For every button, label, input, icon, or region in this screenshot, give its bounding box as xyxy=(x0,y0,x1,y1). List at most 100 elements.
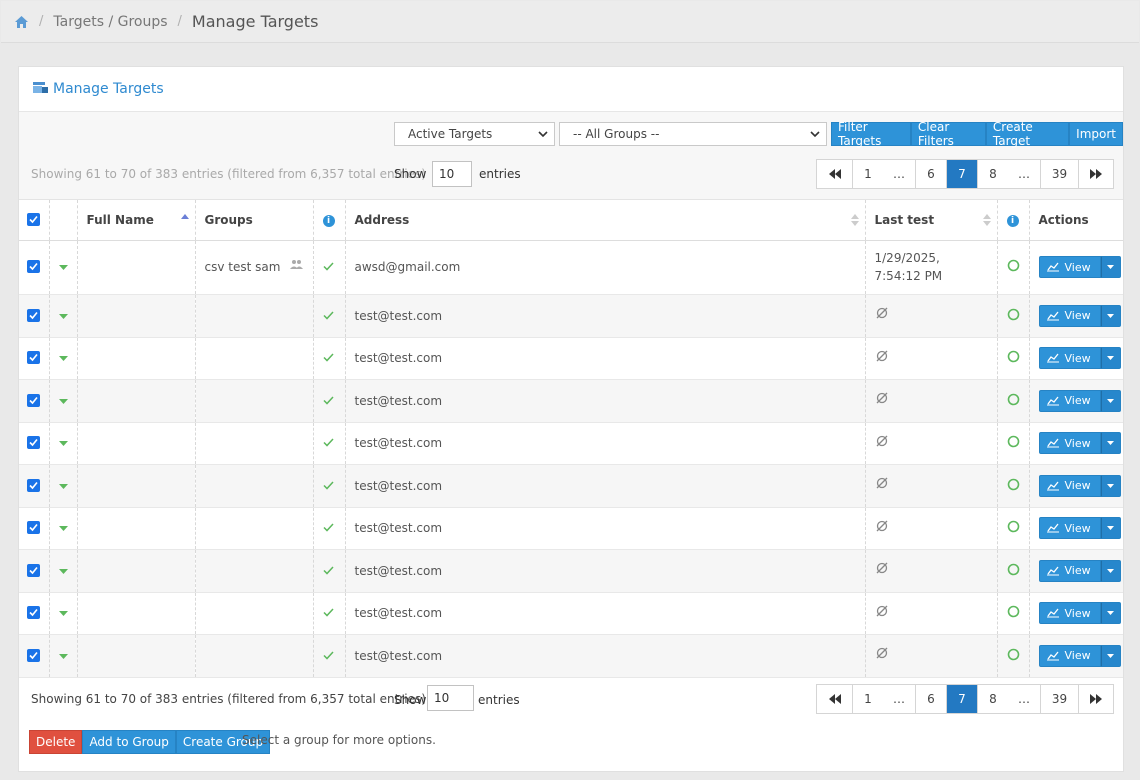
table-row[interactable]: test@test.com View xyxy=(19,592,1123,635)
table-row[interactable]: test@test.com View xyxy=(19,507,1123,550)
page-button-active[interactable]: 7 xyxy=(946,685,977,713)
row-checkbox-cell[interactable] xyxy=(19,464,50,508)
row-checkbox-cell[interactable] xyxy=(19,507,50,550)
page-button[interactable]: 8 xyxy=(977,685,1008,713)
group-members-icon[interactable] xyxy=(289,259,305,274)
table-row[interactable]: csv test sam awsd@gmail.com 1/29/2025, 7:5… xyxy=(19,240,1123,295)
row-checkbox-cell[interactable] xyxy=(19,240,50,295)
row-expand-cell[interactable] xyxy=(49,294,78,338)
first-page-button[interactable] xyxy=(817,685,852,713)
row-checkbox[interactable] xyxy=(27,521,40,534)
select-all-checkbox[interactable] xyxy=(27,212,40,226)
expand-caret-icon[interactable] xyxy=(58,611,68,617)
row-checkbox[interactable] xyxy=(27,648,40,662)
row-checkbox-cell[interactable] xyxy=(19,422,50,465)
row-checkbox-cell[interactable] xyxy=(19,379,50,423)
filter-targets-button[interactable]: Filter Targets xyxy=(831,120,911,148)
table-row[interactable]: test@test.com View xyxy=(19,549,1123,593)
view-dropdown-toggle[interactable] xyxy=(1100,304,1121,327)
add-to-group-button[interactable]: Add to Group xyxy=(82,730,176,754)
expand-caret-icon[interactable] xyxy=(58,568,68,575)
view-button[interactable]: View xyxy=(1038,256,1101,278)
column-address[interactable]: Address xyxy=(345,200,866,241)
create-target-button[interactable]: Create Target xyxy=(985,120,1070,148)
view-dropdown-toggle[interactable] xyxy=(1100,644,1121,667)
page-button[interactable]: 6 xyxy=(915,685,946,713)
last-page-button[interactable] xyxy=(1078,160,1113,188)
view-button[interactable]: View xyxy=(1038,304,1101,327)
delete-button[interactable]: Delete xyxy=(29,730,83,754)
table-row[interactable]: test@test.com View xyxy=(19,464,1123,508)
row-checkbox[interactable] xyxy=(27,308,40,322)
info-icon[interactable]: i xyxy=(322,215,335,228)
expand-caret-icon[interactable] xyxy=(58,483,68,490)
table-row[interactable]: test@test.com View xyxy=(19,294,1123,338)
row-expand-cell[interactable] xyxy=(49,592,78,635)
page-length-input-bottom[interactable]: 10 xyxy=(427,685,474,711)
view-dropdown-toggle[interactable] xyxy=(1100,559,1121,582)
expand-caret-icon[interactable] xyxy=(58,653,68,660)
row-expand-cell[interactable] xyxy=(49,240,78,295)
row-checkbox-cell[interactable] xyxy=(19,549,50,593)
page-length-input-top[interactable]: 10 xyxy=(432,161,472,187)
column-status-info[interactable]: i xyxy=(313,200,346,241)
row-expand-cell[interactable] xyxy=(49,379,78,423)
page-button[interactable]: 39 xyxy=(1040,160,1078,188)
view-button[interactable]: View xyxy=(1038,347,1101,369)
row-checkbox-cell[interactable] xyxy=(19,592,50,635)
view-button[interactable]: View xyxy=(1038,644,1101,667)
row-checkbox[interactable] xyxy=(27,393,40,407)
group-select[interactable]: -- All Groups -- xyxy=(559,122,827,146)
row-checkbox[interactable] xyxy=(27,606,40,619)
view-button[interactable]: View xyxy=(1038,559,1101,582)
expand-caret-icon[interactable] xyxy=(58,313,68,320)
row-checkbox[interactable] xyxy=(27,563,40,577)
expand-caret-icon[interactable] xyxy=(58,356,68,362)
table-row[interactable]: test@test.com View xyxy=(19,422,1123,465)
row-checkbox[interactable] xyxy=(27,351,40,364)
view-dropdown-toggle[interactable] xyxy=(1100,602,1121,624)
last-page-button[interactable] xyxy=(1078,685,1113,713)
select-all-checkbox-cell[interactable] xyxy=(19,200,50,241)
table-row[interactable]: test@test.com View xyxy=(19,634,1123,678)
row-checkbox-cell[interactable] xyxy=(19,634,50,678)
page-button[interactable]: 1 xyxy=(852,685,883,713)
page-button-active[interactable]: 7 xyxy=(946,160,977,188)
row-expand-cell[interactable] xyxy=(49,549,78,593)
row-expand-cell[interactable] xyxy=(49,507,78,550)
row-checkbox[interactable] xyxy=(27,260,40,273)
first-page-button[interactable] xyxy=(817,160,852,188)
expand-caret-icon[interactable] xyxy=(58,265,68,271)
view-button[interactable]: View xyxy=(1038,474,1101,497)
view-button[interactable]: View xyxy=(1038,602,1101,624)
view-dropdown-toggle[interactable] xyxy=(1100,474,1121,497)
row-expand-cell[interactable] xyxy=(49,464,78,508)
view-button[interactable]: View xyxy=(1038,389,1101,412)
row-checkbox[interactable] xyxy=(27,436,40,449)
status-select[interactable]: Active Targets xyxy=(394,122,555,146)
table-row[interactable]: test@test.com View xyxy=(19,337,1123,380)
page-button[interactable]: 6 xyxy=(915,160,946,188)
view-dropdown-toggle[interactable] xyxy=(1100,256,1121,278)
expand-caret-icon[interactable] xyxy=(58,526,68,532)
home-icon[interactable] xyxy=(13,14,29,30)
view-button[interactable]: View xyxy=(1038,432,1101,454)
column-test-info[interactable]: i xyxy=(997,200,1030,241)
row-checkbox[interactable] xyxy=(27,478,40,492)
page-button[interactable]: 1 xyxy=(852,160,883,188)
import-button[interactable]: Import xyxy=(1069,122,1123,146)
view-dropdown-toggle[interactable] xyxy=(1100,389,1121,412)
column-last-test[interactable]: Last test xyxy=(865,200,998,241)
view-dropdown-toggle[interactable] xyxy=(1100,517,1121,539)
page-button[interactable]: 8 xyxy=(977,160,1008,188)
row-expand-cell[interactable] xyxy=(49,422,78,465)
table-row[interactable]: test@test.com View xyxy=(19,379,1123,423)
column-full-name[interactable]: Full Name xyxy=(77,200,196,241)
row-expand-cell[interactable] xyxy=(49,337,78,380)
view-button[interactable]: View xyxy=(1038,517,1101,539)
view-dropdown-toggle[interactable] xyxy=(1100,347,1121,369)
info-icon[interactable]: i xyxy=(1006,215,1019,228)
expand-caret-icon[interactable] xyxy=(58,441,68,447)
clear-filters-button[interactable]: Clear Filters xyxy=(910,120,986,148)
view-dropdown-toggle[interactable] xyxy=(1100,432,1121,454)
